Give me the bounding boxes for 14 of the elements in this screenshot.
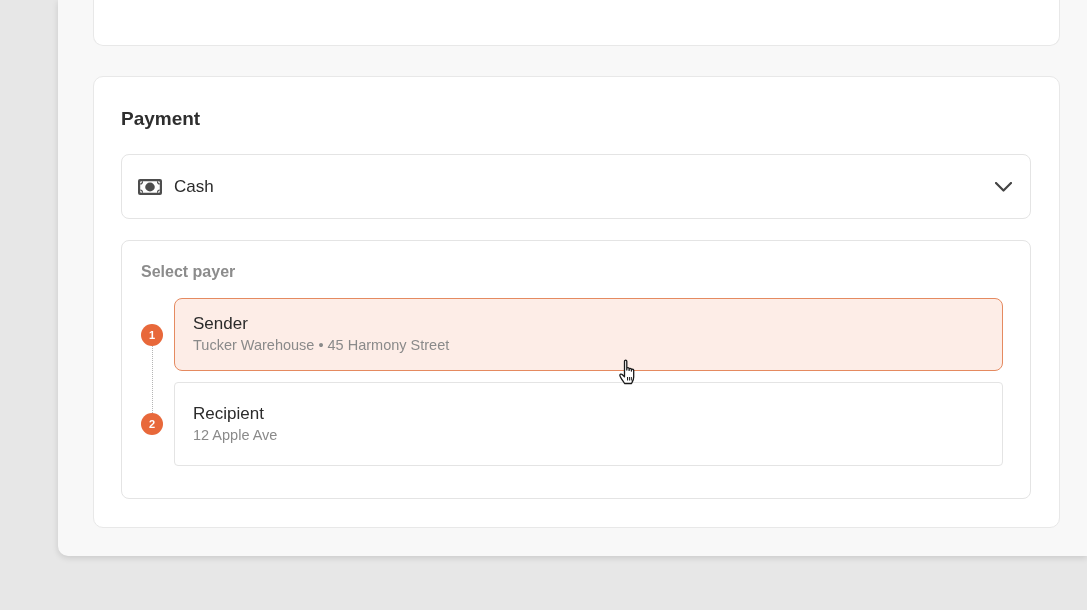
payer-address: 12 Apple Ave	[193, 426, 279, 445]
step-connector	[151, 345, 153, 413]
payer-name: Sender	[193, 313, 249, 335]
step-number: 1	[141, 323, 163, 346]
payer-option[interactable]: Sender Tucker Warehouse • 45 Harmony Street	[174, 298, 1003, 371]
banknote-icon	[138, 178, 162, 195]
step-number: 2	[141, 413, 163, 435]
payment-method-dropdown[interactable]: Cash	[121, 154, 1031, 219]
payer-name: Recipient	[193, 403, 265, 425]
chevron-down-icon	[995, 181, 1012, 192]
field-label: Select payer	[141, 262, 237, 282]
payer-option[interactable]: Recipient 12 Apple Ave	[174, 382, 1003, 466]
payer-address: Tucker Warehouse • 45 Harmony Street	[193, 336, 451, 355]
section-title: Payment	[121, 107, 202, 131]
